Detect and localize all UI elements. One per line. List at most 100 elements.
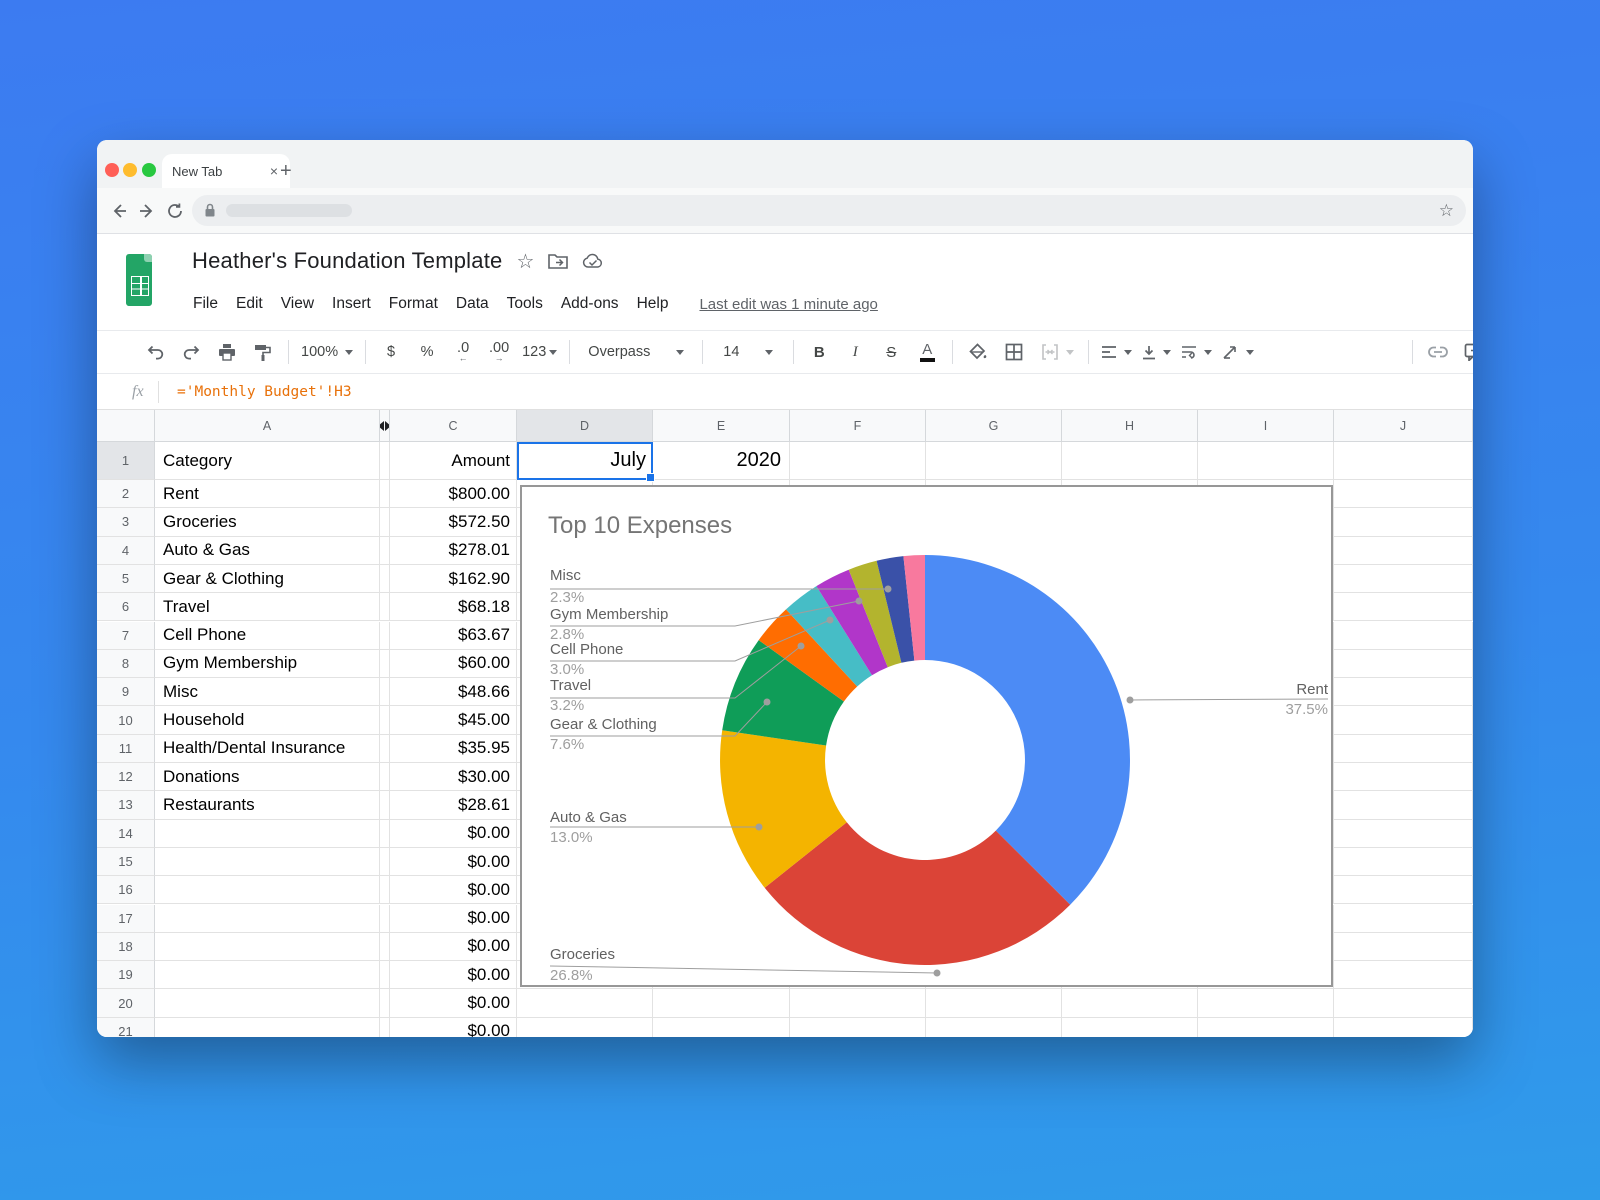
- cell-H1[interactable]: [1062, 442, 1198, 480]
- row-header-18[interactable]: 18: [97, 933, 155, 961]
- row-header-14[interactable]: 14: [97, 820, 155, 848]
- cell-C3[interactable]: $572.50: [390, 508, 517, 536]
- cell-J21[interactable]: [1334, 1018, 1473, 1037]
- cell-A7[interactable]: Cell Phone: [155, 622, 380, 650]
- row-header-16[interactable]: 16: [97, 876, 155, 904]
- menu-file[interactable]: File: [184, 292, 227, 316]
- cell-J4[interactable]: [1334, 537, 1473, 565]
- cell-C10[interactable]: $45.00: [390, 706, 517, 734]
- cell-C20[interactable]: $0.00: [390, 989, 517, 1017]
- menu-edit[interactable]: Edit: [227, 292, 272, 316]
- expenses-chart[interactable]: Top 10 ExpensesRent37.5%Groceries26.8%Au…: [520, 485, 1333, 987]
- column-header-A[interactable]: A: [155, 410, 380, 442]
- cell-A12[interactable]: Donations: [155, 763, 380, 791]
- cell-D20[interactable]: [517, 989, 653, 1017]
- cell-A9[interactable]: Misc: [155, 678, 380, 706]
- cell-C17[interactable]: $0.00: [390, 905, 517, 933]
- row-header-2[interactable]: 2: [97, 480, 155, 508]
- cell-A11[interactable]: Health/Dental Insurance: [155, 735, 380, 763]
- cell-J20[interactable]: [1334, 989, 1473, 1017]
- cell-J7[interactable]: [1334, 622, 1473, 650]
- cell-A3[interactable]: Groceries: [155, 508, 380, 536]
- menu-help[interactable]: Help: [628, 292, 678, 316]
- cell-C13[interactable]: $28.61: [390, 791, 517, 819]
- cell-J12[interactable]: [1334, 763, 1473, 791]
- number-format-button[interactable]: 123: [522, 337, 557, 367]
- cell-A21[interactable]: [155, 1018, 380, 1037]
- row-header-1[interactable]: 1: [97, 442, 155, 480]
- increase-decimal-button[interactable]: .00→: [486, 337, 512, 367]
- tab-close-icon[interactable]: ×: [268, 163, 280, 179]
- row-header-17[interactable]: 17: [97, 905, 155, 933]
- cell-A14[interactable]: [155, 820, 380, 848]
- cell-C19[interactable]: $0.00: [390, 961, 517, 989]
- row-header-6[interactable]: 6: [97, 593, 155, 621]
- cell-C2[interactable]: $800.00: [390, 480, 517, 508]
- row-header-4[interactable]: 4: [97, 537, 155, 565]
- cell-C18[interactable]: $0.00: [390, 933, 517, 961]
- cell-J5[interactable]: [1334, 565, 1473, 593]
- sheets-logo-icon[interactable]: [126, 254, 152, 306]
- menu-data[interactable]: Data: [447, 292, 498, 316]
- cell-A13[interactable]: Restaurants: [155, 791, 380, 819]
- cell-C11[interactable]: $35.95: [390, 735, 517, 763]
- cell-F21[interactable]: [790, 1018, 926, 1037]
- column-header-G[interactable]: G: [926, 410, 1062, 442]
- cell-A2[interactable]: Rent: [155, 480, 380, 508]
- cell-I1[interactable]: [1198, 442, 1334, 480]
- cell-A20[interactable]: [155, 989, 380, 1017]
- cell-J6[interactable]: [1334, 593, 1473, 621]
- cell-A15[interactable]: [155, 848, 380, 876]
- cell-I20[interactable]: [1198, 989, 1334, 1017]
- cell-H20[interactable]: [1062, 989, 1198, 1017]
- close-window-button[interactable]: [105, 163, 119, 177]
- bookmark-star-icon[interactable]: ☆: [1439, 201, 1454, 221]
- row-header-13[interactable]: 13: [97, 791, 155, 819]
- last-edit-link[interactable]: Last edit was 1 minute ago: [699, 296, 877, 313]
- column-header-E[interactable]: E: [653, 410, 790, 442]
- cell-C5[interactable]: $162.90: [390, 565, 517, 593]
- select-all-corner[interactable]: [97, 410, 155, 442]
- text-rotation-button[interactable]: [1222, 337, 1254, 367]
- cell-H21[interactable]: [1062, 1018, 1198, 1037]
- forward-icon[interactable]: [133, 197, 161, 225]
- new-tab-button[interactable]: +: [280, 158, 292, 184]
- text-color-button[interactable]: A: [914, 337, 940, 367]
- cell-C8[interactable]: $60.00: [390, 650, 517, 678]
- row-header-15[interactable]: 15: [97, 848, 155, 876]
- cell-A17[interactable]: [155, 905, 380, 933]
- cell-J3[interactable]: [1334, 508, 1473, 536]
- format-currency-button[interactable]: $: [378, 337, 404, 367]
- document-title[interactable]: Heather's Foundation Template: [192, 248, 502, 274]
- cell-C15[interactable]: $0.00: [390, 848, 517, 876]
- insert-comment-button[interactable]: [1461, 337, 1473, 367]
- cell-J11[interactable]: [1334, 735, 1473, 763]
- row-header-12[interactable]: 12: [97, 763, 155, 791]
- row-header-7[interactable]: 7: [97, 622, 155, 650]
- redo-button[interactable]: [178, 337, 204, 367]
- cell-A5[interactable]: Gear & Clothing: [155, 565, 380, 593]
- strikethrough-button[interactable]: S: [878, 337, 904, 367]
- cell-J9[interactable]: [1334, 678, 1473, 706]
- column-header-F[interactable]: F: [790, 410, 926, 442]
- cell-J16[interactable]: [1334, 876, 1473, 904]
- row-header-11[interactable]: 11: [97, 735, 155, 763]
- cell-C12[interactable]: $30.00: [390, 763, 517, 791]
- column-header-C[interactable]: C: [390, 410, 517, 442]
- cell-G20[interactable]: [926, 989, 1062, 1017]
- row-header-5[interactable]: 5: [97, 565, 155, 593]
- row-header-8[interactable]: 8: [97, 650, 155, 678]
- italic-button[interactable]: I: [842, 337, 868, 367]
- cell-A19[interactable]: [155, 961, 380, 989]
- cell-J8[interactable]: [1334, 650, 1473, 678]
- cell-F20[interactable]: [790, 989, 926, 1017]
- back-icon[interactable]: [105, 197, 133, 225]
- font-size-select[interactable]: 14: [715, 337, 781, 367]
- cell-E21[interactable]: [653, 1018, 790, 1037]
- row-header-20[interactable]: 20: [97, 989, 155, 1017]
- menu-add-ons[interactable]: Add-ons: [552, 292, 628, 316]
- cell-F1[interactable]: [790, 442, 926, 480]
- column-header-H[interactable]: H: [1062, 410, 1198, 442]
- cell-J14[interactable]: [1334, 820, 1473, 848]
- paint-format-button[interactable]: [250, 337, 276, 367]
